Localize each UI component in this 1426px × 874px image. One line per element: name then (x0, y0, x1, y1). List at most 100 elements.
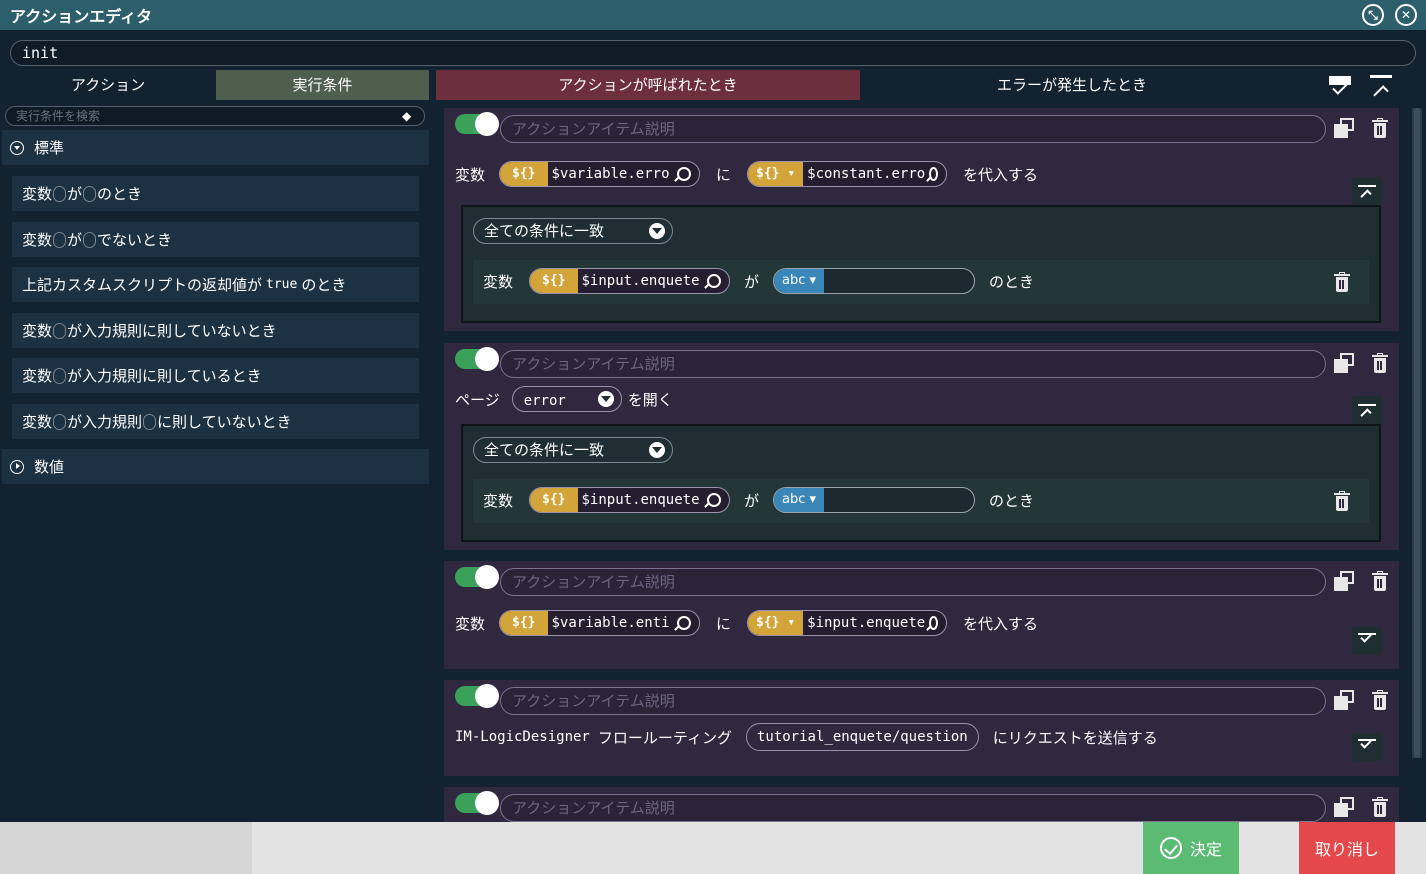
condition-label: 変数 (483, 272, 514, 291)
search-icon[interactable] (677, 167, 692, 181)
copy-icon[interactable] (1334, 690, 1354, 710)
condition-mode-select[interactable]: 全ての条件に一致 (473, 437, 673, 463)
collapse-condition-button[interactable] (1352, 177, 1382, 205)
page-select[interactable]: error (511, 386, 622, 412)
description-input[interactable]: アクションアイテム説明 (500, 687, 1326, 715)
placeholder-slot (83, 231, 97, 248)
expand-condition-button[interactable] (1352, 733, 1382, 761)
scrollbar[interactable] (1412, 108, 1422, 758)
type-tag[interactable]: abc ▾ (774, 269, 825, 293)
tab-on-called[interactable]: アクションが呼ばれたとき (436, 70, 860, 100)
action-name-field[interactable]: init (10, 40, 1416, 66)
variable-value: $variable.erro (551, 166, 670, 182)
enable-toggle[interactable] (455, 684, 499, 708)
variable-field[interactable]: ${} $variable.enti (499, 610, 701, 636)
search-icon[interactable] (677, 616, 692, 630)
condition-item[interactable]: 変数が入力規則に則していないとき (12, 313, 419, 348)
eraser-icon[interactable]: ◆ (402, 109, 418, 123)
search-icon[interactable] (929, 616, 939, 630)
ok-button[interactable]: 決定 (1143, 822, 1239, 874)
description-input[interactable]: アクションアイテム説明 (500, 568, 1326, 596)
check-circle-icon (1159, 837, 1182, 859)
description-input[interactable]: アクションアイテム説明 (500, 115, 1326, 143)
collapse-all-icon[interactable] (1370, 73, 1392, 101)
value-tag[interactable]: ${} ▾ (748, 611, 804, 635)
copy-icon[interactable] (1334, 118, 1354, 138)
value-field[interactable]: ${} ▾ $input.enquete (747, 610, 948, 636)
variable-tag[interactable]: ${} (500, 611, 548, 635)
page-value: error (523, 393, 566, 409)
scrollbar-thumb[interactable] (1414, 108, 1420, 758)
expand-all-icon[interactable] (1329, 73, 1351, 97)
variable-field[interactable]: ${} $variable.erro (499, 161, 701, 187)
category-standard[interactable]: 標準 (2, 130, 429, 165)
value-field[interactable]: ${} ▾ $constant.erro (747, 161, 948, 187)
trash-icon[interactable] (1334, 491, 1350, 511)
action-line: 変数 ${} $variable.erro に ${} ▾ $constant.er… (455, 159, 1038, 189)
trash-icon[interactable] (1372, 118, 1388, 138)
bar-shape (1358, 404, 1376, 406)
trash-icon[interactable] (1334, 272, 1350, 292)
window-title: アクションエディタ (10, 7, 153, 26)
trash-icon[interactable] (1372, 353, 1388, 373)
enable-toggle[interactable] (455, 565, 499, 589)
trash-icon[interactable] (1372, 571, 1388, 591)
copy-icon[interactable] (1334, 797, 1354, 817)
search-icon[interactable] (707, 274, 722, 288)
action-text: を代入する (963, 165, 1039, 184)
enable-toggle[interactable] (455, 791, 499, 815)
copy-icon[interactable] (1334, 571, 1354, 591)
route-field[interactable]: tutorial_enquete/question (745, 723, 979, 751)
action-label: ページ (455, 390, 500, 409)
left-tabs: アクション 実行条件 (0, 70, 430, 100)
category-label: 標準 (34, 139, 65, 157)
tab-on-error[interactable]: エラーが発生したとき (860, 70, 1284, 100)
minimize-icon[interactable]: ⤡ (1362, 4, 1384, 26)
placeholder-slot (53, 367, 67, 384)
compare-value-field[interactable]: abc ▾ (773, 268, 976, 294)
condition-mode-select[interactable]: 全ての条件に一致 (473, 218, 673, 244)
tab-action[interactable]: アクション (0, 70, 216, 100)
condition-box: 全ての条件に一致 変数 ${} $input.enquete が abc ▾ のと… (461, 205, 1381, 323)
action-line: IM-LogicDesigner フロールーティング tutorial_enqu… (455, 722, 1158, 752)
search-icon[interactable] (929, 167, 939, 181)
value-tag[interactable]: ${} ▾ (748, 162, 804, 186)
copy-icon[interactable] (1334, 353, 1354, 373)
tab-condition[interactable]: 実行条件 (216, 70, 429, 100)
condition-search-placeholder: 実行条件を検索 (16, 109, 101, 123)
enable-toggle[interactable] (455, 347, 499, 371)
condition-search-input[interactable]: 実行条件を検索 ◆ (5, 106, 425, 126)
condition-item[interactable]: 変数がでないとき (12, 222, 419, 257)
action-text: を開く (627, 390, 673, 409)
title-bar: アクションエディタ ⤡ ✕ (0, 0, 1426, 30)
action-label: 変数 (455, 165, 486, 184)
condition-item[interactable]: 変数が入力規則に則していないとき (12, 404, 419, 439)
chevron-up-icon (1360, 189, 1372, 201)
expand-condition-button[interactable] (1352, 627, 1382, 655)
variable-tag[interactable]: ${} (530, 269, 578, 293)
compare-value-field[interactable]: abc ▾ (773, 487, 976, 513)
item-text: が入力規則に則していないとき (67, 322, 277, 340)
condition-text: のとき (989, 272, 1035, 291)
variable-field[interactable]: ${} $input.enquete (529, 487, 731, 513)
variable-tag[interactable]: ${} (500, 162, 548, 186)
enable-toggle[interactable] (455, 112, 499, 136)
condition-mode: 全ての条件に一致 (484, 222, 605, 240)
type-tag[interactable]: abc ▾ (774, 488, 825, 512)
variable-field[interactable]: ${} $input.enquete (529, 268, 731, 294)
trash-icon[interactable] (1372, 690, 1388, 710)
ok-label: 決定 (1189, 840, 1222, 859)
description-input[interactable]: アクションアイテム説明 (500, 794, 1326, 822)
condition-item[interactable]: 上記カスタムスクリプトの返却値が true のとき (12, 267, 419, 302)
cancel-button[interactable]: 取り消し (1299, 822, 1395, 874)
condition-item[interactable]: 変数 が入力規則に則しているとき (12, 358, 419, 393)
close-icon[interactable]: ✕ (1395, 4, 1417, 26)
variable-tag[interactable]: ${} (530, 488, 578, 512)
search-icon[interactable] (707, 493, 722, 507)
collapse-condition-button[interactable] (1352, 396, 1382, 424)
description-input[interactable]: アクションアイテム説明 (500, 350, 1326, 378)
category-numeric[interactable]: 数値 (2, 449, 429, 484)
value-text: $input.enquete (807, 615, 926, 631)
condition-item[interactable]: 変数がのとき (12, 176, 419, 211)
trash-icon[interactable] (1372, 797, 1388, 817)
